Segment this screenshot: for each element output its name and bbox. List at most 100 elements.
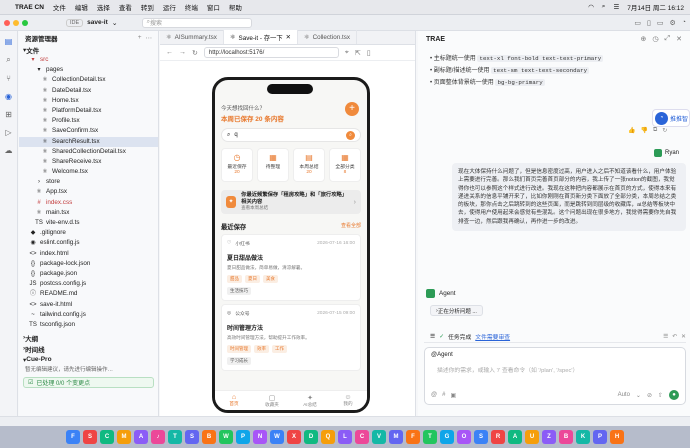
- clock[interactable]: 7月14日 周二 16:12: [627, 2, 684, 12]
- dock-app-icon[interactable]: N: [253, 430, 267, 444]
- dock-app-icon[interactable]: F: [406, 430, 420, 444]
- dock-app-icon[interactable]: T: [423, 430, 437, 444]
- quick-grid-item[interactable]: ▦ 全部分类 8: [329, 148, 361, 182]
- quick-grid-item[interactable]: ▦ 待整理: [257, 148, 289, 182]
- nav-item[interactable]: ⌂ 首页: [215, 391, 253, 410]
- search-icon[interactable]: ⌕: [602, 3, 606, 11]
- tag[interactable]: 甜品: [227, 275, 242, 283]
- dock-app-icon[interactable]: F: [66, 430, 80, 444]
- close-window-button[interactable]: [4, 19, 10, 26]
- file-tree-item[interactable]: ⚛ SearchResult.tsx: [19, 136, 158, 147]
- search-icon[interactable]: ⌕: [6, 55, 10, 65]
- image-icon[interactable]: ▣: [450, 392, 456, 399]
- dock-app-icon[interactable]: S: [474, 430, 488, 444]
- dock-app-icon[interactable]: B: [559, 430, 573, 444]
- thumbs-down-icon[interactable]: 👎: [640, 127, 647, 134]
- menu-item[interactable]: 运行: [163, 2, 176, 12]
- dock-app-icon[interactable]: C: [100, 430, 114, 444]
- dock-app-icon[interactable]: U: [525, 430, 539, 444]
- nav-item[interactable]: ✦ AI总结: [291, 391, 329, 410]
- cue-section[interactable]: ▾ Cue-Pro: [19, 354, 158, 365]
- file-tree-item[interactable]: ⚛ CollectionDetail.tsx: [19, 75, 158, 85]
- dock-app-icon[interactable]: ♪: [151, 430, 165, 444]
- dock-app-icon[interactable]: M: [389, 430, 403, 444]
- files-icon[interactable]: ▤: [5, 37, 13, 46]
- cloud-icon[interactable]: ☁: [5, 146, 13, 155]
- send-button[interactable]: ●: [669, 390, 679, 400]
- dock-app-icon[interactable]: K: [576, 430, 590, 444]
- back-icon[interactable]: ←: [166, 49, 173, 56]
- chevron-down-icon[interactable]: ⌄: [112, 19, 118, 27]
- list-icon[interactable]: ☰: [663, 334, 668, 340]
- dock-app-icon[interactable]: G: [440, 430, 454, 444]
- saved-card[interactable]: ♡ 小红书 2026-07-16 16:00 夏日甜品做法 夏日甜品做法，简单易做，清凉…: [221, 234, 361, 301]
- file-tree-item[interactable]: # index.css: [19, 198, 158, 208]
- dock-app-icon[interactable]: O: [457, 430, 471, 444]
- file-tree-item[interactable]: ⚛ main.tsx: [19, 208, 158, 218]
- thumbs-up-icon[interactable]: 👍: [628, 127, 635, 134]
- tag[interactable]: 夏日: [245, 275, 260, 283]
- dock-app-icon[interactable]: A: [508, 430, 522, 444]
- menu-item[interactable]: 帮助: [229, 2, 242, 12]
- quick-grid-item[interactable]: ◷ 最近保存 20: [221, 148, 253, 182]
- dock-app-icon[interactable]: X: [287, 430, 301, 444]
- nav-item[interactable]: ☺ 我的: [329, 391, 367, 410]
- review-link[interactable]: 文件需要审查: [475, 332, 510, 341]
- file-tree-item[interactable]: ◉ eslint.config.js: [19, 238, 158, 248]
- file-tree-item[interactable]: JS postcss.config.js: [19, 279, 158, 289]
- category-tag[interactable]: 学习成长: [227, 357, 251, 365]
- dock-app-icon[interactable]: R: [491, 430, 505, 444]
- dock-app-icon[interactable]: S: [83, 430, 97, 444]
- dock-app-icon[interactable]: A: [134, 430, 148, 444]
- file-tree-item[interactable]: ▾ pages: [19, 65, 158, 75]
- refresh-icon[interactable]: ↻: [662, 127, 667, 134]
- editor-tab[interactable]: ⚛ Collection.tsx: [298, 30, 358, 44]
- tag[interactable]: 美食: [263, 275, 278, 283]
- expand-icon[interactable]: ⤢: [665, 35, 671, 43]
- file-tree-item[interactable]: ⚛ Home.tsx: [19, 96, 158, 106]
- minimize-window-button[interactable]: [13, 19, 19, 26]
- dock-app-icon[interactable]: L: [338, 430, 352, 444]
- external-link-icon[interactable]: ⇱: [355, 49, 361, 57]
- copy-icon[interactable]: ⧉: [653, 127, 657, 134]
- extensions-icon[interactable]: ⊞: [5, 110, 12, 119]
- menu-item[interactable]: 窗口: [207, 2, 220, 12]
- agent-mention[interactable]: @Agent: [425, 348, 685, 362]
- upload-icon[interactable]: ⇧: [658, 392, 663, 399]
- dock-app-icon[interactable]: C: [355, 430, 369, 444]
- chevron-down-icon[interactable]: ⌄: [636, 392, 641, 399]
- panel-icon[interactable]: ▭: [657, 19, 664, 27]
- file-tree-item[interactable]: ⚛ DateDetail.tsx: [19, 86, 158, 96]
- add-icon[interactable]: ⊕: [641, 35, 647, 43]
- reload-icon[interactable]: ↻: [192, 49, 198, 57]
- editor-tab[interactable]: ⚛ AISummary.tsx: [160, 30, 224, 44]
- dock-app-icon[interactable]: P: [236, 430, 250, 444]
- file-tree-item[interactable]: ⚛ ShareReceive.tsx: [19, 157, 158, 167]
- url-input[interactable]: http://localhost:5176/: [203, 47, 339, 58]
- project-name[interactable]: save-it: [87, 19, 108, 26]
- close-icon[interactable]: ✕: [286, 34, 291, 41]
- menu-item[interactable]: 选择: [97, 2, 110, 12]
- hash-icon[interactable]: #: [442, 392, 445, 398]
- file-tree-item[interactable]: ⚛ PlatformDetail.tsx: [19, 106, 158, 116]
- cue-status-bar[interactable]: ☑ 已处理 0/0 个变更点: [23, 377, 154, 389]
- file-tree-item[interactable]: ⚛ Welcome.tsx: [19, 167, 158, 177]
- split-icon[interactable]: ▯: [647, 19, 651, 27]
- editor-tab[interactable]: ⚛ Save-it - 存一下 ✕: [223, 30, 298, 44]
- source-control-icon[interactable]: ⑂: [6, 74, 11, 83]
- file-tree-item[interactable]: ⚛ Profile.tsx: [19, 116, 158, 126]
- menu-item[interactable]: 终端: [185, 2, 198, 12]
- menu-item[interactable]: 文件: [53, 2, 66, 12]
- more-icon[interactable]: ⋯: [146, 34, 153, 42]
- file-tree-item[interactable]: ⚛ SaveConfirm.tsx: [19, 126, 158, 136]
- tag[interactable]: 时间管理: [227, 345, 251, 353]
- files-section-header[interactable]: ▾ 文件: [19, 44, 158, 55]
- floating-assistant-button[interactable]: ◔ 推推智: [652, 109, 690, 127]
- wifi-icon[interactable]: ◠: [588, 3, 594, 11]
- zoom-window-button[interactable]: [22, 19, 28, 26]
- control-center-icon[interactable]: ☰: [613, 3, 619, 11]
- file-tree-item[interactable]: ◆ .gitignore: [19, 228, 158, 238]
- dock-app-icon[interactable]: H: [610, 430, 624, 444]
- chat-input[interactable]: @Agent 描述你的需求，或输入 '/' 查看命令（如 '/plan', '/…: [424, 347, 686, 405]
- timeline-section[interactable]: › 时间线: [19, 343, 158, 354]
